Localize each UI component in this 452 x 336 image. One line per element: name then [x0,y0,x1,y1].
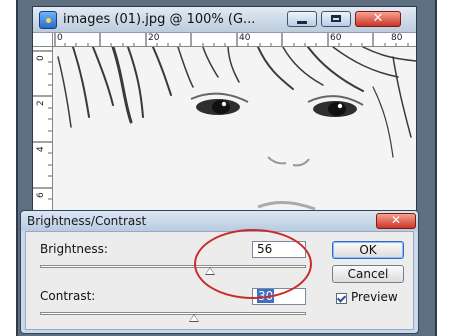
ruler-label: 2 [36,100,46,106]
photoshop-document-icon [39,11,57,29]
brightness-slider[interactable] [40,265,306,268]
contrast-input[interactable]: 30 [252,288,306,305]
brightness-contrast-dialog: Brightness/Contrast ✕ Brightness: 56 Con… [20,210,419,334]
ruler-ticks-vertical [33,50,52,200]
image-canvas[interactable] [53,47,416,211]
document-title: images (01).jpg @ 100% (G... [63,12,256,27]
ruler-label: 6 [36,192,46,198]
minimize-button[interactable] [287,11,317,27]
contrast-value: 30 [257,289,275,303]
ok-button[interactable]: OK [332,241,404,259]
maximize-button[interactable] [321,11,351,27]
contrast-label: Contrast: [40,289,96,303]
document-window: images (01).jpg @ 100% (G... ✕ 0 20 40 6… [32,6,417,213]
preview-label: Preview [351,290,398,304]
brightness-slider-handle[interactable] [205,267,216,275]
dialog-title: Brightness/Contrast [27,214,147,228]
brightness-label: Brightness: [40,242,108,256]
contrast-slider[interactable] [40,312,306,315]
brightness-input[interactable]: 56 [252,241,306,258]
brightness-value: 56 [257,242,273,256]
dialog-title-bar[interactable]: Brightness/Contrast ✕ [21,211,418,231]
close-button[interactable]: ✕ [355,11,401,27]
ruler-label: 80 [391,33,403,43]
ruler-label: 0 [36,55,46,61]
child-portrait-image [53,47,416,211]
ruler-label: 0 [57,33,63,43]
contrast-slider-handle[interactable] [189,314,200,322]
preview-checkbox[interactable] [336,293,347,304]
cancel-button[interactable]: Cancel [332,265,404,283]
dialog-body: Brightness: 56 Contrast: 30 OK Cancel Pr… [25,231,414,330]
ruler-corner [33,33,53,47]
ruler-label: 60 [330,33,342,43]
close-icon: ✕ [390,213,402,227]
ruler-label: 4 [36,146,46,152]
ruler-label: 20 [148,33,160,43]
dialog-close-button[interactable]: ✕ [376,213,416,229]
ruler-ticks-horizontal [54,33,409,46]
horizontal-ruler[interactable]: 0 20 40 60 80 [53,33,416,47]
close-icon: ✕ [372,11,384,26]
document-title-bar[interactable]: images (01).jpg @ 100% (G... ✕ [33,7,416,33]
vertical-ruler[interactable]: 0 2 4 6 [33,47,53,213]
ruler-label: 40 [239,33,251,43]
